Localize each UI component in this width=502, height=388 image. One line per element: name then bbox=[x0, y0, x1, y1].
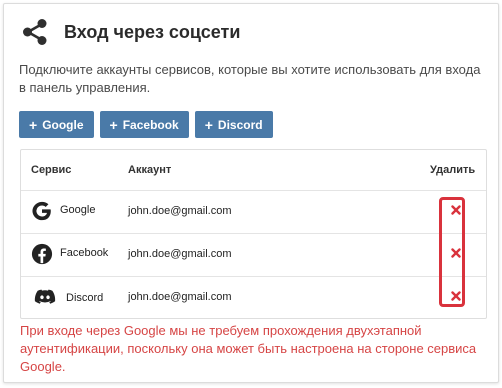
social-login-card: Вход через соцсети Подключите аккаунты с… bbox=[3, 3, 499, 383]
service-name: Facebook bbox=[60, 247, 109, 259]
column-header-account: Аккаунт bbox=[128, 164, 172, 176]
account-email: john.doe@gmail.com bbox=[128, 205, 232, 217]
table-row: Google john.doe@gmail.com bbox=[21, 191, 486, 234]
account-email: john.doe@gmail.com bbox=[128, 248, 232, 260]
delete-discord-icon[interactable] bbox=[451, 291, 461, 301]
add-discord-button[interactable]: + Discord bbox=[194, 111, 273, 138]
column-header-delete: Удалить bbox=[430, 164, 476, 176]
google-icon bbox=[32, 201, 51, 221]
service-name: Discord bbox=[66, 292, 104, 304]
facebook-icon bbox=[31, 243, 53, 265]
add-google-button[interactable]: + Google bbox=[19, 111, 94, 138]
linked-accounts-table: Сервис Аккаунт Удалить Google john.doe@g… bbox=[20, 149, 487, 319]
table-row: Facebook john.doe@gmail.com bbox=[21, 234, 486, 277]
plus-icon: + bbox=[29, 116, 38, 133]
table-row: Discord john.doe@gmail.com bbox=[21, 277, 486, 320]
page-title: Вход через соцсети bbox=[64, 22, 241, 42]
share-icon bbox=[23, 19, 47, 45]
button-label: Facebook bbox=[122, 117, 179, 132]
plus-icon: + bbox=[109, 116, 118, 133]
plus-icon: + bbox=[204, 116, 213, 133]
delete-facebook-icon[interactable] bbox=[451, 248, 461, 258]
discord-icon bbox=[34, 289, 56, 304]
button-label: Google bbox=[42, 117, 84, 132]
table-header: Сервис Аккаунт Удалить bbox=[21, 150, 486, 191]
service-name: Google bbox=[60, 204, 96, 216]
delete-google-icon[interactable] bbox=[451, 205, 461, 215]
description-text: Подключите аккаунты сервисов, которые вы… bbox=[19, 62, 481, 95]
account-email: john.doe@gmail.com bbox=[128, 291, 232, 303]
card-header: Вход через соцсети bbox=[21, 18, 240, 46]
button-label: Discord bbox=[217, 117, 263, 132]
add-facebook-button[interactable]: + Facebook bbox=[99, 111, 189, 138]
add-service-buttons: + Google + Facebook + Discord bbox=[19, 111, 273, 138]
two-factor-note: При входе через Google мы не требуем про… bbox=[20, 323, 477, 374]
column-header-service: Сервис bbox=[31, 164, 72, 176]
